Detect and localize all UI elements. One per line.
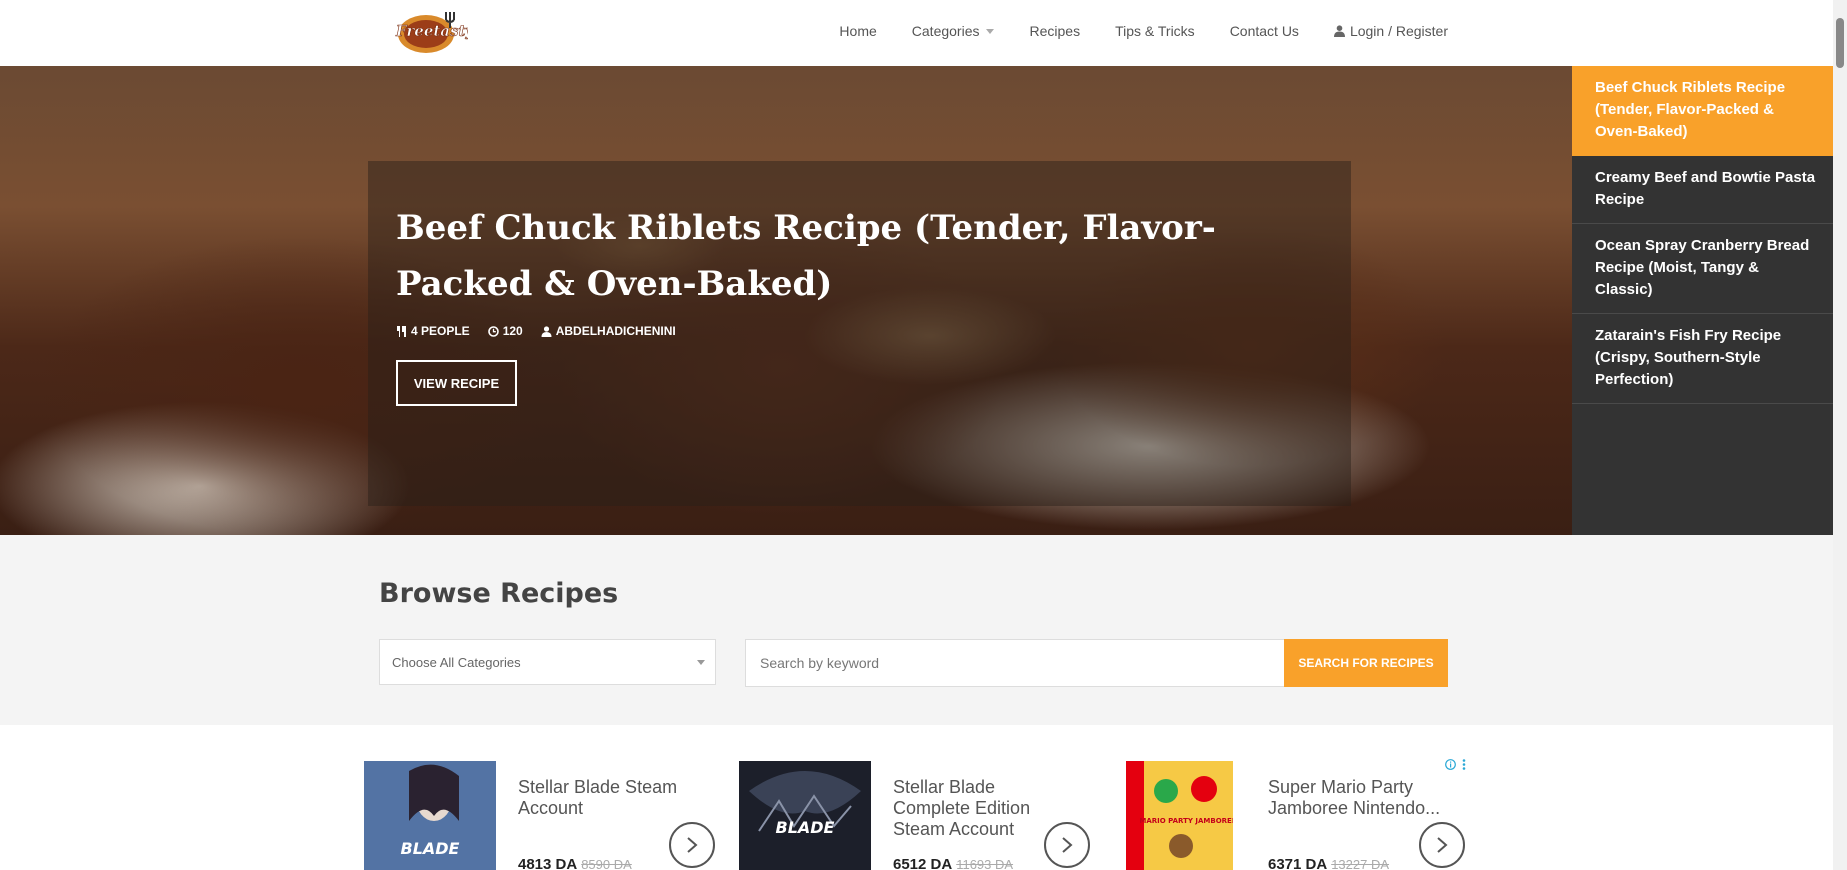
scrollbar-thumb[interactable] xyxy=(1836,18,1844,68)
user-icon xyxy=(541,325,552,337)
ad-item[interactable]: MARIO PARTY JAMBOREE Super Mario Party J… xyxy=(1126,761,1466,870)
user-icon xyxy=(1333,25,1345,37)
info-icon[interactable] xyxy=(1445,759,1456,770)
author-meta: ABDELHADICHENINI xyxy=(541,324,676,338)
chevron-right-icon xyxy=(1062,837,1073,853)
category-select[interactable]: Choose All Categories xyxy=(379,639,716,685)
time-meta: 120 xyxy=(487,324,523,338)
hero-recipe-meta: 4 PEOPLE 120 ABDELHADICHENINI xyxy=(396,324,676,338)
chevron-right-icon xyxy=(1437,837,1448,853)
ad-product-image[interactable]: BLADE xyxy=(364,761,496,870)
chevron-right-icon xyxy=(687,837,698,853)
ad-title[interactable]: Stellar Blade Complete Edition Steam Acc… xyxy=(893,777,1073,840)
fork-knife-icon xyxy=(397,325,406,337)
keyword-search-input[interactable] xyxy=(745,639,1285,687)
ad-title[interactable]: Super Mario Party Jamboree Nintendo... xyxy=(1268,777,1448,819)
ad-old-price: 8590 DA xyxy=(581,857,632,870)
ad-product-image[interactable]: BLADE xyxy=(739,761,871,870)
ad-item[interactable]: BLADE Stellar Blade Complete Edition Ste… xyxy=(739,761,1090,870)
main-nav: Home Categories Recipes Tips & Tricks Co… xyxy=(839,0,1448,62)
ad-next-button[interactable] xyxy=(669,822,715,868)
more-options-icon[interactable] xyxy=(1462,759,1466,770)
ad-product-image[interactable]: MARIO PARTY JAMBOREE xyxy=(1126,761,1233,870)
nav-recipes[interactable]: Recipes xyxy=(1029,23,1080,39)
browse-recipes-section: Browse Recipes Choose All Categories SEA… xyxy=(0,535,1833,725)
ad-price: 6371 DA 13227 DA xyxy=(1268,856,1390,870)
nav-tips-tricks[interactable]: Tips & Tricks xyxy=(1115,23,1195,39)
ad-old-price: 13227 DA xyxy=(1331,857,1390,870)
search-recipes-button[interactable]: SEARCH FOR RECIPES xyxy=(1284,639,1448,687)
featured-recipe-item[interactable]: Creamy Beef and Bowtie Pasta Recipe xyxy=(1572,156,1833,224)
ad-price: 6512 DA 11693 DA xyxy=(893,856,1014,870)
ad-image-label: MARIO PARTY JAMBOREE xyxy=(1139,817,1233,825)
hero-recipe-title[interactable]: Beef Chuck Riblets Recipe (Tender, Flavo… xyxy=(396,200,1336,312)
ad-old-price: 11693 DA xyxy=(956,857,1014,870)
ad-image-label: BLADE xyxy=(776,818,835,837)
featured-recipe-item[interactable]: Beef Chuck Riblets Recipe (Tender, Flavo… xyxy=(1572,66,1833,156)
nav-contact-us[interactable]: Contact Us xyxy=(1230,23,1299,39)
ad-carousel: BLADE Stellar Blade Steam Account 4813 D… xyxy=(0,725,1833,870)
logo-text: Freetasty xyxy=(395,22,468,40)
ad-choices xyxy=(1445,759,1466,770)
top-navbar: Freetasty Home Categories Recipes Tips &… xyxy=(0,0,1833,66)
featured-recipe-item[interactable]: Zatarain's Fish Fry Recipe (Crispy, Sout… xyxy=(1572,314,1833,404)
chevron-down-icon xyxy=(697,660,705,665)
ad-price: 4813 DA 8590 DA xyxy=(518,856,632,870)
ad-title[interactable]: Stellar Blade Steam Account xyxy=(518,777,693,819)
chevron-down-icon xyxy=(986,28,995,34)
clock-icon xyxy=(487,325,499,337)
nav-home[interactable]: Home xyxy=(839,23,876,39)
view-recipe-button[interactable]: VIEW RECIPE xyxy=(396,360,517,406)
page-scrollbar[interactable] xyxy=(1833,0,1847,870)
featured-recipes-list: Beef Chuck Riblets Recipe (Tender, Flavo… xyxy=(1572,66,1833,535)
ad-next-button[interactable] xyxy=(1044,822,1090,868)
servings-meta: 4 PEOPLE xyxy=(396,324,470,338)
nav-login-register[interactable]: Login / Register xyxy=(1333,23,1448,39)
freetasty-logo[interactable]: Freetasty xyxy=(392,6,468,56)
featured-recipe-item[interactable]: Ocean Spray Cranberry Bread Recipe (Mois… xyxy=(1572,224,1833,314)
category-select-value: Choose All Categories xyxy=(392,654,521,670)
ad-item[interactable]: BLADE Stellar Blade Steam Account 4813 D… xyxy=(364,761,715,870)
browse-recipes-title: Browse Recipes xyxy=(379,578,619,609)
nav-categories[interactable]: Categories xyxy=(912,23,995,39)
ad-image-label: BLADE xyxy=(401,839,460,858)
ad-next-button[interactable] xyxy=(1419,822,1465,868)
